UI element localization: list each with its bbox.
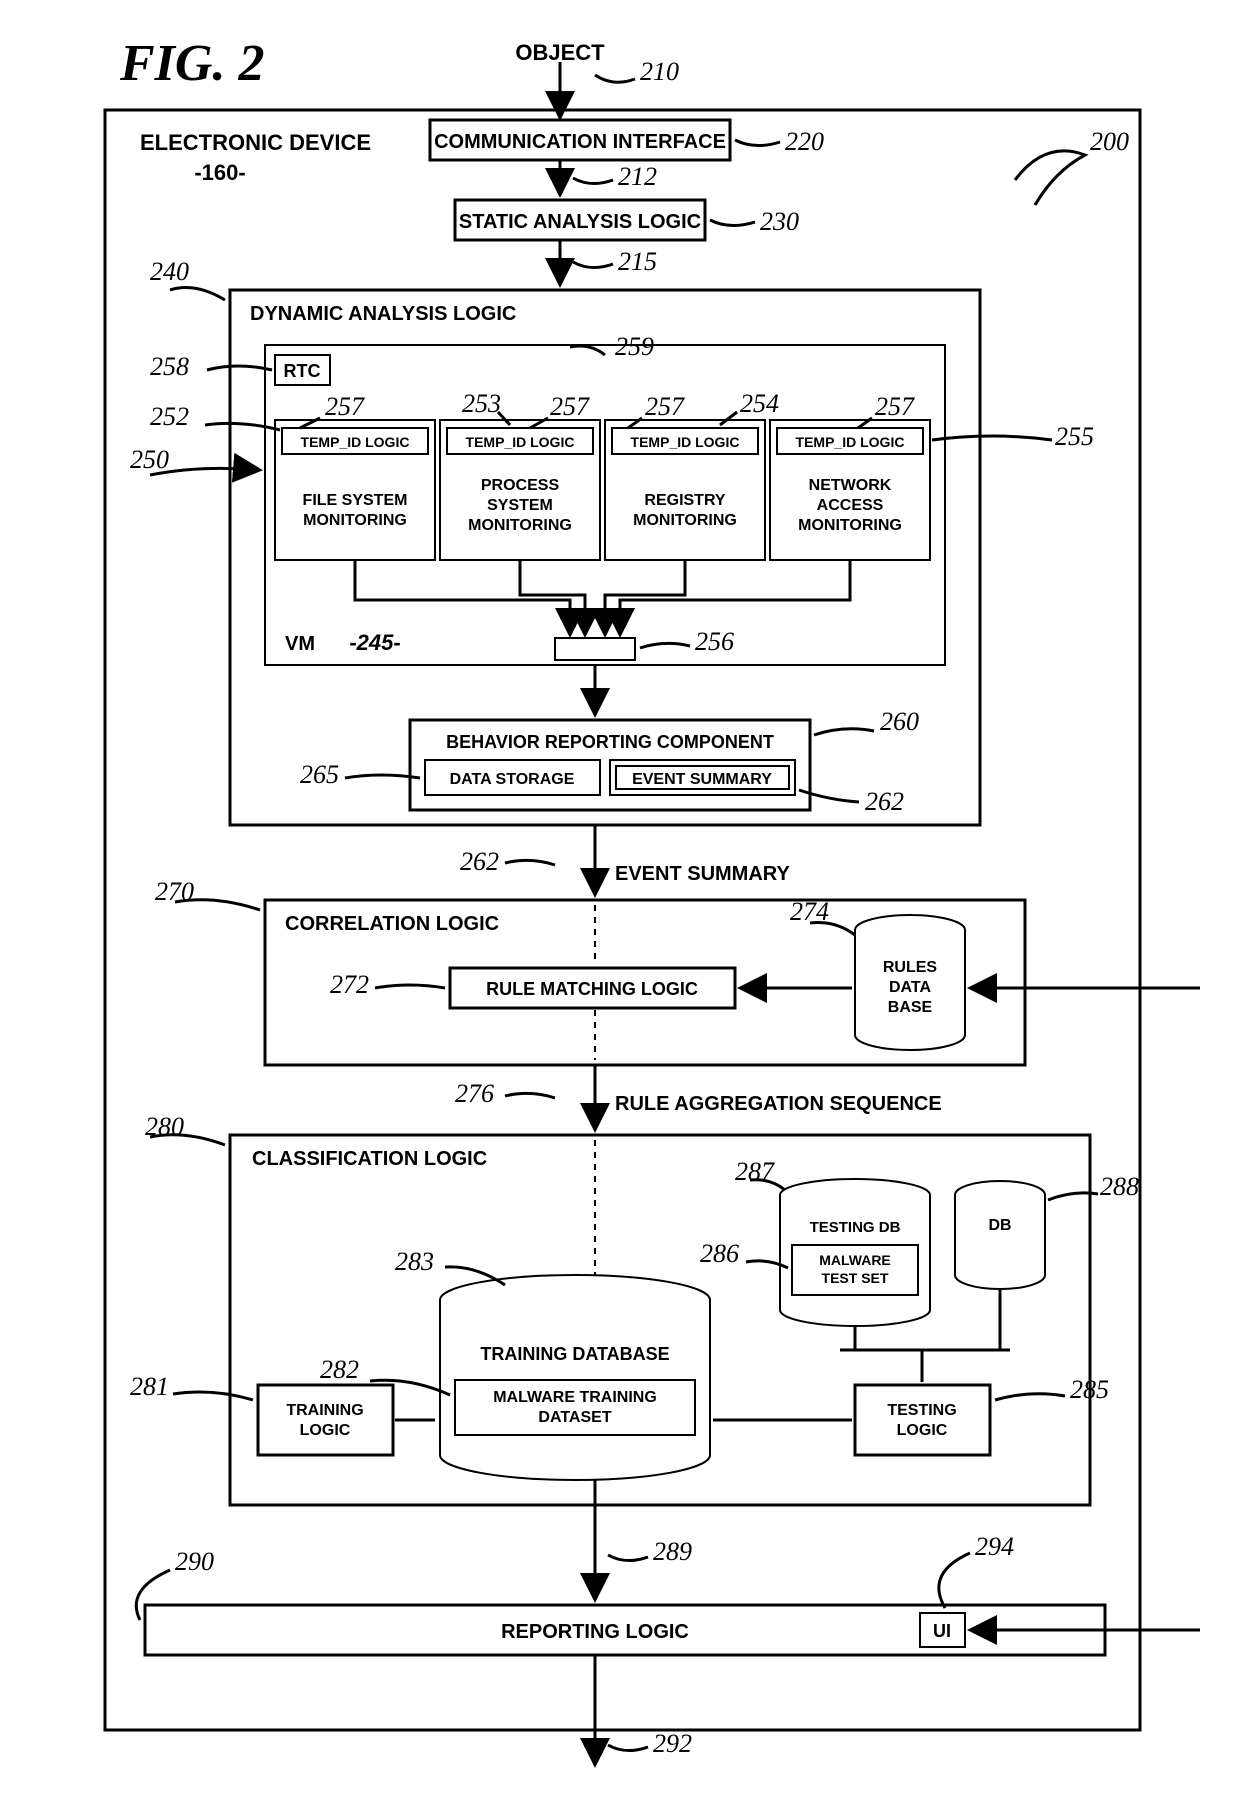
ref-265: 265: [300, 760, 339, 789]
ref-254: 254: [740, 389, 779, 418]
training-logic-l1: TRAINING: [286, 1402, 363, 1419]
ref-276: 276: [455, 1079, 494, 1108]
ref-274: 274: [790, 897, 829, 926]
ref-215: 215: [618, 247, 657, 276]
svg-text:MALWARE: MALWARE: [819, 1252, 891, 1268]
ref-287: 287: [735, 1157, 775, 1186]
ref-257-1: 257: [325, 392, 365, 421]
communication-interface-label: COMMUNICATION INTERFACE: [434, 131, 726, 153]
svg-text:TESTING: TESTING: [887, 1402, 956, 1419]
monitor-4-line1: NETWORK: [809, 477, 892, 494]
ref-257-2: 257: [550, 392, 590, 421]
ref-200: 200: [1090, 127, 1129, 156]
training-logic-box: [258, 1385, 393, 1455]
ui-label: UI: [933, 1621, 951, 1641]
rules-database-icon: RULES DATA BASE: [855, 915, 965, 1050]
ref-240: 240: [150, 257, 189, 286]
temp-id-logic-4: TEMP_ID LOGIC: [796, 434, 905, 450]
monitor-3-line2: MONITORING: [633, 512, 737, 529]
ref-210: 210: [640, 57, 679, 86]
ref-294: 294: [975, 1532, 1014, 1561]
ref-270: 270: [155, 877, 194, 906]
ref-255: 255: [1055, 422, 1094, 451]
vm-id: -245-: [349, 630, 400, 655]
ref-230: 230: [760, 207, 799, 236]
svg-text:DATA: DATA: [889, 979, 932, 996]
object-label: OBJECT: [515, 40, 605, 65]
ref-253: 253: [462, 389, 501, 418]
malware-training-dataset-l2: DATASET: [538, 1409, 611, 1426]
ref-258: 258: [150, 352, 189, 381]
temp-id-logic-2: TEMP_ID LOGIC: [466, 434, 575, 450]
ref-257-3: 257: [645, 392, 685, 421]
ref-220: 220: [785, 127, 824, 156]
event-summary-out-label: EVENT SUMMARY: [615, 863, 790, 885]
temp-id-logic-1: TEMP_ID LOGIC: [301, 434, 410, 450]
db-icon: DB: [955, 1181, 1045, 1289]
training-logic-l2: LOGIC: [300, 1422, 351, 1439]
training-database-icon: TRAINING DATABASE MALWARE TRAINING DATAS…: [440, 1275, 710, 1480]
svg-text:LOGIC: LOGIC: [897, 1422, 948, 1439]
ref-212: 212: [618, 162, 657, 191]
ref-262a: 262: [865, 787, 904, 816]
monitor-1-line1: FILE SYSTEM: [303, 492, 408, 509]
bus-box: [555, 638, 635, 660]
ref-283: 283: [395, 1247, 434, 1276]
behavior-reporting-label: BEHAVIOR REPORTING COMPONENT: [446, 732, 774, 752]
ref-282: 282: [320, 1355, 359, 1384]
ref-256: 256: [695, 627, 734, 656]
ref-262b: 262: [460, 847, 499, 876]
monitor-2-line3: MONITORING: [468, 517, 572, 534]
svg-text:RULES: RULES: [883, 959, 938, 976]
monitor-3-line1: REGISTRY: [644, 492, 726, 509]
data-storage-label: DATA STORAGE: [450, 771, 575, 788]
svg-text:TEST SET: TEST SET: [822, 1270, 889, 1286]
ref-280: 280: [145, 1112, 184, 1141]
ref-281: 281: [130, 1372, 169, 1401]
svg-text:TRAINING DATABASE: TRAINING DATABASE: [480, 1344, 669, 1364]
dynamic-analysis-title: DYNAMIC ANALYSIS LOGIC: [250, 303, 516, 325]
ref-290: 290: [175, 1547, 214, 1576]
svg-text:TESTING DB: TESTING DB: [810, 1219, 901, 1236]
ref-289: 289: [653, 1537, 692, 1566]
rule-aggregation-label: RULE AGGREGATION SEQUENCE: [615, 1093, 942, 1115]
svg-text:BASE: BASE: [888, 999, 933, 1016]
static-analysis-label: STATIC ANALYSIS LOGIC: [459, 211, 701, 233]
event-summary-label: EVENT SUMMARY: [632, 771, 772, 788]
ref-257-4: 257: [875, 392, 915, 421]
reporting-logic-label: REPORTING LOGIC: [501, 1621, 689, 1643]
ref-288: 288: [1100, 1172, 1139, 1201]
ref-286: 286: [700, 1239, 739, 1268]
electronic-device-title: ELECTRONIC DEVICE: [140, 130, 371, 155]
svg-text:DB: DB: [988, 1217, 1011, 1234]
testing-database-icon: TESTING DB MALWARE TEST SET: [780, 1179, 930, 1326]
rtc-label: RTC: [284, 361, 321, 381]
malware-training-dataset-l1: MALWARE TRAINING: [493, 1389, 657, 1406]
testing-logic-box: [855, 1385, 990, 1455]
ref-260: 260: [880, 707, 919, 736]
ref-259: 259: [615, 332, 654, 361]
monitor-1-line2: MONITORING: [303, 512, 407, 529]
vm-label: VM: [285, 633, 315, 655]
ref-252: 252: [150, 402, 189, 431]
leader-292: [608, 1745, 648, 1751]
ref-250: 250: [130, 445, 169, 474]
temp-id-logic-3: TEMP_ID LOGIC: [631, 434, 740, 450]
rule-matching-label: RULE MATCHING LOGIC: [486, 979, 698, 999]
figure-label: FIG. 2: [119, 35, 264, 92]
ref-292: 292: [653, 1729, 692, 1758]
monitor-2-line1: PROCESS: [481, 477, 560, 494]
correlation-logic-title: CORRELATION LOGIC: [285, 913, 499, 935]
monitor-4-line3: MONITORING: [798, 517, 902, 534]
monitor-4-line2: ACCESS: [817, 497, 884, 514]
ref-272: 272: [330, 970, 369, 999]
ref-285: 285: [1070, 1375, 1109, 1404]
leader-210: [595, 75, 635, 82]
classification-logic-title: CLASSIFICATION LOGIC: [252, 1148, 487, 1170]
electronic-device-id: -160-: [194, 160, 245, 185]
monitor-2-line2: SYSTEM: [487, 497, 553, 514]
